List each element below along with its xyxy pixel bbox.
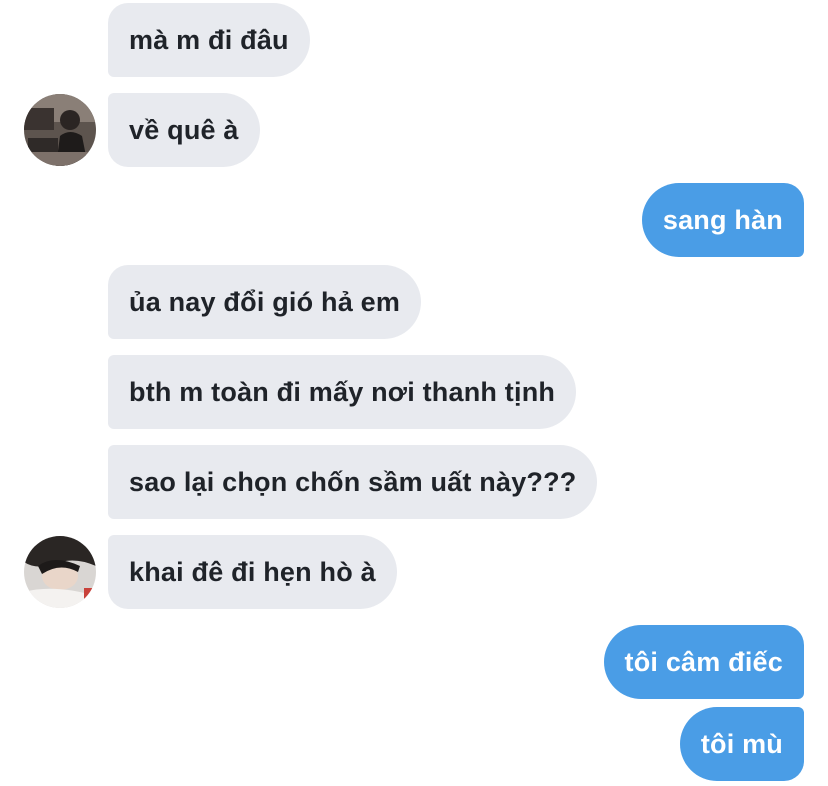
- contact-avatar-photo-icon: [24, 536, 96, 608]
- incoming-message-bubble[interactable]: bth m toàn đi mấy nơi thanh tịnh: [108, 355, 577, 429]
- incoming-message-bubble[interactable]: mà m đi đâu: [108, 3, 310, 77]
- contact-avatar[interactable]: [24, 94, 96, 166]
- incoming-message-bubble[interactable]: ủa nay đổi gió hả em: [108, 265, 422, 339]
- incoming-message-bubble[interactable]: khai đê đi hẹn hò à: [108, 535, 397, 609]
- incoming-message-bubble[interactable]: về quê à: [108, 93, 260, 167]
- contact-avatar-photo-icon: [24, 94, 96, 166]
- outgoing-message-bubble[interactable]: sang hàn: [641, 183, 804, 257]
- incoming-message-bubble[interactable]: sao lại chọn chốn sầm uất này???: [108, 445, 598, 519]
- outgoing-message-bubble[interactable]: tôi câm điếc: [603, 625, 804, 699]
- contact-avatar[interactable]: [24, 536, 96, 608]
- chat-thread: mà m đi đâu về quê à sang hàn ủa nay đổi…: [0, 0, 828, 786]
- outgoing-message-bubble[interactable]: tôi mù: [679, 707, 804, 781]
